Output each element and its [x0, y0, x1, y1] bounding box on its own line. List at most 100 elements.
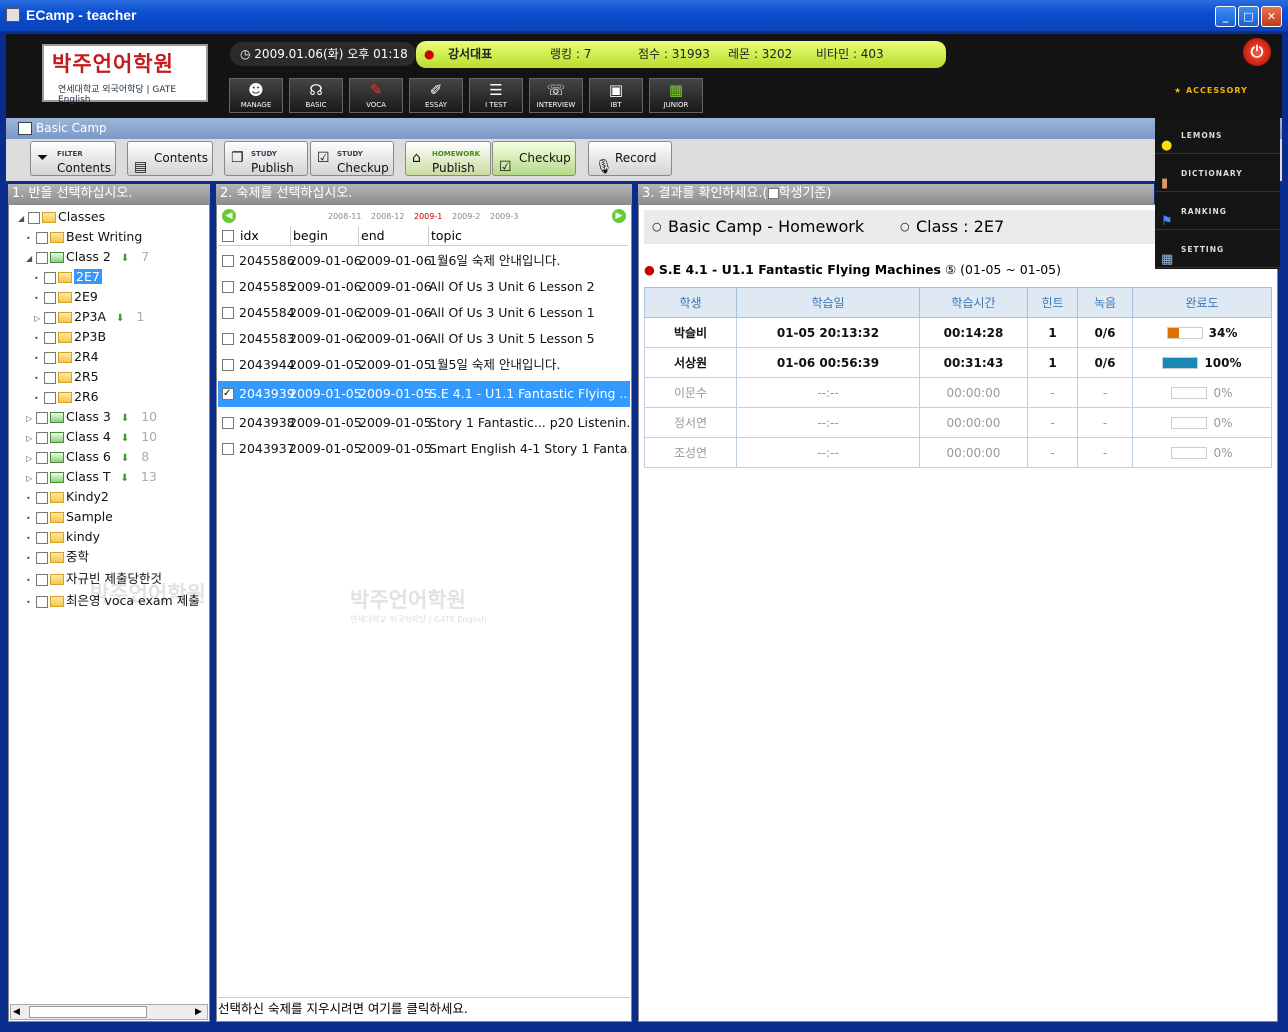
- homework-checkbox[interactable]: [222, 281, 234, 293]
- result-row[interactable]: 이문수 --:-- 00:00:00- -0%: [644, 377, 1272, 408]
- tree-checkbox[interactable]: [36, 595, 48, 608]
- tree-item[interactable]: ◢ Classes: [18, 207, 105, 227]
- homework-row[interactable]: 2043937 2009-01-05 2009-01-05 Smart English…: [218, 436, 630, 462]
- tree-item[interactable]: ▷ Class 3 ⬇ 10: [26, 407, 157, 427]
- result-row[interactable]: 박슬비 01-05 20:13:32 00:14:28 1 0/6 34%: [644, 317, 1272, 348]
- col-topic[interactable]: topic: [428, 226, 462, 246]
- minimize-button[interactable]: _: [1215, 6, 1236, 27]
- tree-checkbox[interactable]: [44, 271, 56, 284]
- tree-checkbox[interactable]: [36, 531, 48, 544]
- expander-icon[interactable]: ▷: [26, 469, 36, 489]
- tree-item[interactable]: • Kindy2: [26, 487, 109, 507]
- col-study-time[interactable]: 학습시간: [919, 287, 1028, 318]
- nav-interview[interactable]: ☏ INTERVIEW: [529, 78, 583, 113]
- homework-row[interactable]: 2045584 2009-01-06 2009-01-06 All Of Us 3 U…: [218, 300, 630, 326]
- homework-row[interactable]: ✓ 2043939 2009-01-05 2009-01-05 S.E 4.1 - U1…: [218, 381, 630, 407]
- expander-icon[interactable]: ◢: [18, 209, 28, 229]
- tree-checkbox[interactable]: [44, 331, 56, 344]
- homework-checkbox[interactable]: ✓: [222, 388, 234, 400]
- student-basis-checkbox[interactable]: [767, 188, 779, 199]
- tree-item[interactable]: • Best Writing: [26, 227, 142, 247]
- tree-checkbox[interactable]: [36, 491, 48, 504]
- homework-checkbox[interactable]: [222, 307, 234, 319]
- tree-item[interactable]: • 2P3B: [34, 327, 106, 347]
- expander-icon[interactable]: ▷: [26, 449, 36, 469]
- scroll-thumb[interactable]: [29, 1006, 147, 1018]
- tree-checkbox[interactable]: [44, 351, 56, 364]
- tree-checkbox[interactable]: [36, 251, 48, 264]
- tree-checkbox[interactable]: [44, 311, 56, 324]
- homework-checkbox[interactable]: [222, 333, 234, 345]
- month-tab-selected[interactable]: 2009-1: [414, 212, 442, 221]
- nav-basic[interactable]: ☊ BASIC: [289, 78, 343, 113]
- month-tab[interactable]: 2008-11: [328, 212, 361, 221]
- col-idx[interactable]: idx: [240, 226, 259, 246]
- tree-checkbox[interactable]: [44, 371, 56, 384]
- nav-manage[interactable]: ☻ MANAGE: [229, 78, 283, 113]
- tree-item[interactable]: • 중학: [26, 547, 89, 567]
- expander-icon[interactable]: ▷: [26, 409, 36, 429]
- tree-item[interactable]: • Sample: [26, 507, 113, 527]
- expander-icon[interactable]: ◢: [26, 249, 36, 269]
- select-all-checkbox[interactable]: [222, 230, 234, 242]
- nav-voca[interactable]: ✎ VOCA: [349, 78, 403, 113]
- col-end[interactable]: end: [358, 226, 385, 246]
- nav-essay[interactable]: ✐ ESSAY: [409, 78, 463, 113]
- horizontal-scrollbar[interactable]: ◀ ▶: [10, 1004, 208, 1020]
- month-tab[interactable]: 2008-12: [371, 212, 404, 221]
- delete-homework-link[interactable]: 선택하신 숙제를 지우시려면 여기를 클릭하세요.: [218, 997, 630, 1019]
- month-tab[interactable]: 2009-3: [490, 212, 518, 221]
- next-month-icon[interactable]: ▶: [612, 209, 626, 223]
- tree-item[interactable]: • 2R6: [34, 387, 99, 407]
- homework-checkbox[interactable]: [222, 443, 234, 455]
- tree-checkbox[interactable]: [36, 451, 48, 464]
- expander-icon[interactable]: ▷: [26, 429, 36, 449]
- homework-row[interactable]: 2045585 2009-01-06 2009-01-06 All Of Us 3 U…: [218, 274, 630, 300]
- tree-item[interactable]: ▷ Class 6 ⬇ 8: [26, 447, 149, 467]
- menu-ranking[interactable]: ⚑ RANKING: [1155, 193, 1280, 230]
- scroll-left-icon[interactable]: ◀: [13, 1006, 25, 1018]
- col-record[interactable]: 녹음: [1077, 287, 1133, 318]
- result-row[interactable]: 정서연 --:-- 00:00:00- -0%: [644, 407, 1272, 438]
- tree-checkbox[interactable]: [36, 573, 48, 586]
- tree-checkbox[interactable]: [36, 471, 48, 484]
- col-begin[interactable]: begin: [290, 226, 328, 246]
- tree-item[interactable]: ▷ Class T ⬇ 13: [26, 467, 157, 487]
- result-row[interactable]: 서상원 01-06 00:56:39 00:31:43 1 0/6 100%: [644, 347, 1272, 378]
- homework-checkup-button[interactable]: ☑ Checkup: [492, 141, 576, 176]
- tree-item[interactable]: • 2R5: [34, 367, 99, 387]
- tree-item[interactable]: • kindy: [26, 527, 100, 547]
- power-icon[interactable]: ⏻: [1243, 38, 1271, 66]
- record-button[interactable]: 🎙 Record: [588, 141, 672, 176]
- menu-dictionary[interactable]: ▮ DICTIONARY: [1155, 155, 1280, 192]
- col-study-date[interactable]: 학습일: [736, 287, 920, 318]
- tree-item[interactable]: ▷ 2P3A ⬇ 1: [34, 307, 144, 327]
- tree-item[interactable]: • 2R4: [34, 347, 99, 367]
- tree-checkbox[interactable]: [36, 411, 48, 424]
- tree-checkbox[interactable]: [36, 231, 48, 244]
- col-completion[interactable]: 완료도: [1132, 287, 1272, 318]
- menu-setting[interactable]: ▦ SETTING: [1155, 231, 1280, 268]
- filter-contents-button[interactable]: ⏷ FILTER Contents: [30, 141, 116, 176]
- tree-checkbox[interactable]: [36, 511, 48, 524]
- homework-row[interactable]: 2045583 2009-01-06 2009-01-06 All Of Us 3 U…: [218, 326, 630, 352]
- tree-item[interactable]: • 최은영 voca exam 제출: [26, 591, 200, 611]
- accessory-button[interactable]: ★ ACCESSORY: [1174, 86, 1248, 95]
- contents-button[interactable]: ▤ Contents: [127, 141, 213, 176]
- result-row[interactable]: 조성연 --:-- 00:00:00- -0%: [644, 437, 1272, 468]
- tree-checkbox[interactable]: [28, 211, 40, 224]
- col-student[interactable]: 학생: [644, 287, 737, 318]
- close-button[interactable]: ✕: [1261, 6, 1282, 27]
- nav-ibt[interactable]: ▣ IBT: [589, 78, 643, 113]
- tree-item[interactable]: • 자규빈 제출당한것: [26, 569, 162, 589]
- homework-row[interactable]: 2043944 2009-01-05 2009-01-05 1월5일 숙제 안내입니다…: [218, 352, 630, 378]
- nav-itest[interactable]: ☰ I TEST: [469, 78, 523, 113]
- homework-checkbox[interactable]: [222, 359, 234, 371]
- scroll-right-icon[interactable]: ▶: [195, 1006, 207, 1018]
- tree-checkbox[interactable]: [36, 551, 48, 564]
- homework-row[interactable]: 2043938 2009-01-05 2009-01-05 Story 1 Fanta…: [218, 410, 630, 436]
- tree-item[interactable]: • 2E7: [34, 267, 102, 287]
- homework-publish-button[interactable]: ⌂ HOMEWORK Publish: [405, 141, 491, 176]
- prev-month-icon[interactable]: ◀: [222, 209, 236, 223]
- tree-item[interactable]: ◢ Class 2 ⬇ 7: [26, 247, 149, 267]
